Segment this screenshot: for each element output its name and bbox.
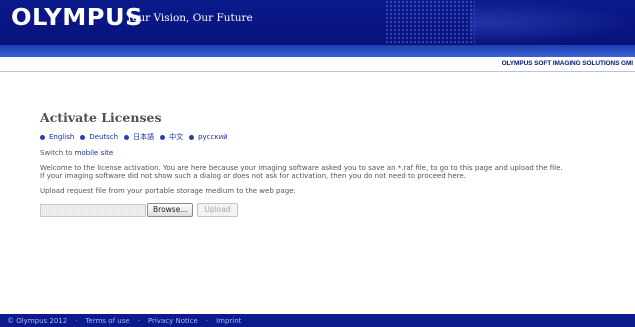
- browse-button[interactable]: Browse...: [147, 203, 194, 217]
- company-bar: OLYMPUS SOFT IMAGING SOLUTIONS GMI: [0, 57, 635, 72]
- language-link[interactable]: русский: [198, 133, 228, 141]
- language-link[interactable]: 日本語: [133, 132, 154, 142]
- language-item-chinese[interactable]: 中文: [160, 132, 183, 142]
- site-header: OLYMPUS Your Vision, Our Future: [0, 0, 635, 45]
- footer-separator: ·: [137, 316, 140, 325]
- page-title: Activate Licenses: [40, 110, 162, 125]
- header-accent-bar: [0, 45, 635, 57]
- header-dot-pattern: [385, 0, 475, 45]
- language-item-russian[interactable]: русский: [189, 133, 228, 141]
- copyright: © Olympus 2012: [7, 316, 68, 325]
- language-list: English Deutsch 日本語 中文 русский: [40, 131, 630, 143]
- file-path-field[interactable]: [40, 203, 146, 217]
- language-link[interactable]: 中文: [169, 132, 183, 142]
- no-dialog-text: If your imaging software did not show su…: [40, 172, 466, 180]
- language-item-deutsch[interactable]: Deutsch: [80, 133, 118, 141]
- switch-prefix: Switch to: [40, 149, 75, 157]
- bullet-icon: [80, 134, 86, 140]
- language-item-english[interactable]: English: [40, 133, 74, 141]
- bullet-icon: [40, 134, 45, 140]
- mobile-site-link[interactable]: mobile site: [75, 149, 114, 157]
- bullet-icon: [189, 134, 195, 140]
- company-name: OLYMPUS SOFT IMAGING SOLUTIONS GMI: [501, 60, 634, 67]
- main-content: Activate Licenses English Deutsch 日本語 中文…: [40, 110, 630, 217]
- footer-separator: ·: [75, 316, 78, 325]
- upload-button[interactable]: Upload: [197, 203, 238, 217]
- site-footer: © Olympus 2012 · Terms of use · Privacy …: [0, 314, 635, 327]
- tagline: Your Vision, Our Future: [126, 12, 253, 24]
- bullet-icon: [160, 134, 166, 140]
- language-link[interactable]: English: [49, 133, 74, 141]
- upload-prompt: Upload request file from your portable s…: [40, 186, 296, 195]
- olympus-logo[interactable]: OLYMPUS: [11, 5, 143, 31]
- language-link[interactable]: Deutsch: [89, 133, 118, 141]
- bullet-icon: [124, 134, 130, 140]
- upload-form: Browse... Upload: [40, 203, 630, 217]
- language-item-japanese[interactable]: 日本語: [124, 132, 154, 142]
- welcome-text: Welcome to the license activation. You a…: [40, 163, 563, 172]
- footer-separator: ·: [205, 316, 209, 325]
- footer-link-terms[interactable]: Terms of use: [85, 317, 129, 325]
- header-glow: [470, 0, 635, 45]
- switch-line: Switch to mobile site: [40, 149, 630, 158]
- footer-link-imprint[interactable]: Imprint: [216, 317, 241, 325]
- footer-link-privacy[interactable]: Privacy Notice: [148, 317, 198, 325]
